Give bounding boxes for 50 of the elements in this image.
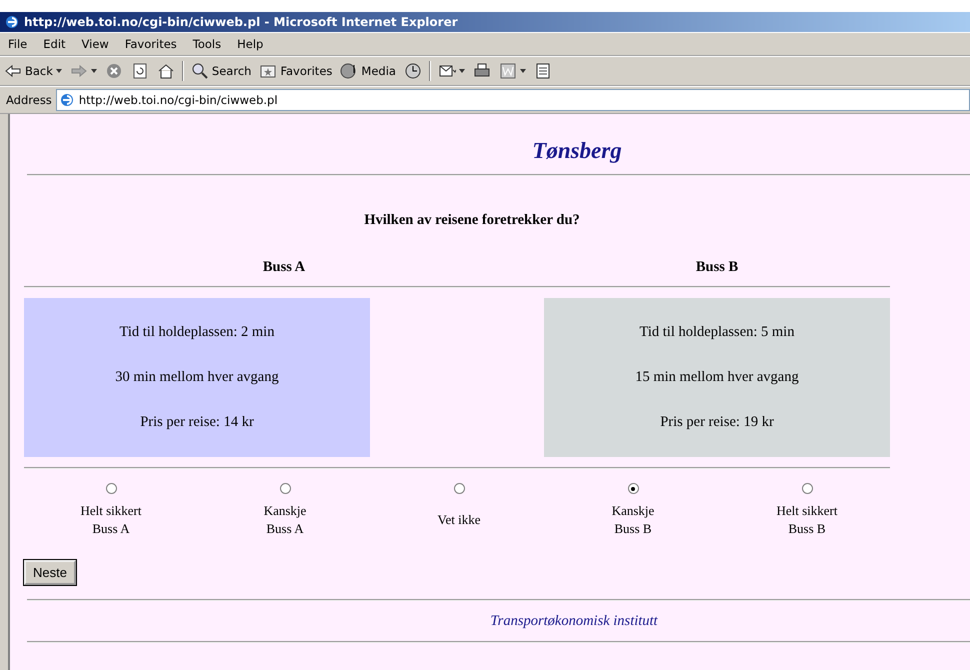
back-button[interactable]: Back (0, 60, 66, 82)
menu-item[interactable]: Tools (184, 35, 230, 53)
option-attribute: Pris per reise: 14 kr (140, 414, 254, 431)
question-text: Hvilken av reisene foretrekker du? (363, 211, 581, 229)
radio-button[interactable] (280, 483, 290, 494)
next-button[interactable]: Neste (24, 560, 76, 585)
caret-icon (90, 69, 97, 73)
menu-item[interactable]: View (74, 35, 117, 53)
menu-item[interactable]: Favorites (116, 35, 185, 53)
media-button[interactable]: Media (336, 60, 400, 82)
menu-item[interactable]: Help (229, 35, 272, 53)
radio-button[interactable] (802, 483, 812, 494)
clock-icon (404, 62, 422, 80)
right-arrow-icon (70, 62, 88, 80)
option-attribute: 15 min mellom hver avgang (635, 369, 799, 386)
address-field[interactable]: http://web.toi.no/cgi-bin/ciwweb.pl (56, 89, 970, 111)
option-attribute: Pris per reise: 19 kr (660, 414, 774, 431)
option-heading: Buss A (262, 259, 306, 276)
window-title: http://web.toi.no/cgi-bin/ciwweb.pl - Microsoft Internet Explorer (0, 12, 970, 32)
home-icon (156, 62, 175, 80)
refresh-icon (130, 62, 149, 80)
menu-item[interactable]: Edit (35, 35, 74, 53)
radio-button[interactable] (106, 483, 116, 494)
notes-icon (534, 62, 552, 80)
option-attribute: Tid til holdeplassen: 5 min (640, 324, 794, 341)
radio-label: Kanskje Buss B (612, 502, 654, 538)
page-heading: Tønsberg (531, 137, 623, 165)
option-attribute: 30 min mellom hver avgang (115, 369, 279, 386)
radio-label: Kanskje Buss A (264, 502, 306, 538)
left-arrow-icon (4, 62, 22, 80)
menu-item[interactable]: File (0, 35, 36, 53)
search-button[interactable]: Search (186, 60, 256, 82)
address-label: Address (5, 93, 53, 107)
favorites-button[interactable]: Favorites (255, 60, 336, 82)
radio-label: Vet ikke (438, 511, 480, 529)
browser-logo-icon (4, 14, 20, 30)
document-edit-icon (498, 62, 517, 80)
option-attribute: Tid til holdeplassen: 2 min (120, 324, 274, 341)
search-icon (190, 62, 209, 80)
caret-icon (56, 69, 62, 73)
footer-text: Transportøkonomisk institutt (489, 612, 659, 631)
caret-icon (520, 69, 526, 73)
radio-label: Helt sikkert Buss A (80, 502, 142, 538)
radio-button[interactable] (454, 483, 464, 494)
caret-icon (458, 69, 465, 73)
radio-button[interactable] (628, 483, 638, 494)
radio-label: Helt sikkert Buss B (776, 502, 838, 538)
option-heading: Buss B (696, 259, 738, 276)
browser-logo-icon (58, 92, 75, 108)
stop-icon (104, 62, 123, 80)
